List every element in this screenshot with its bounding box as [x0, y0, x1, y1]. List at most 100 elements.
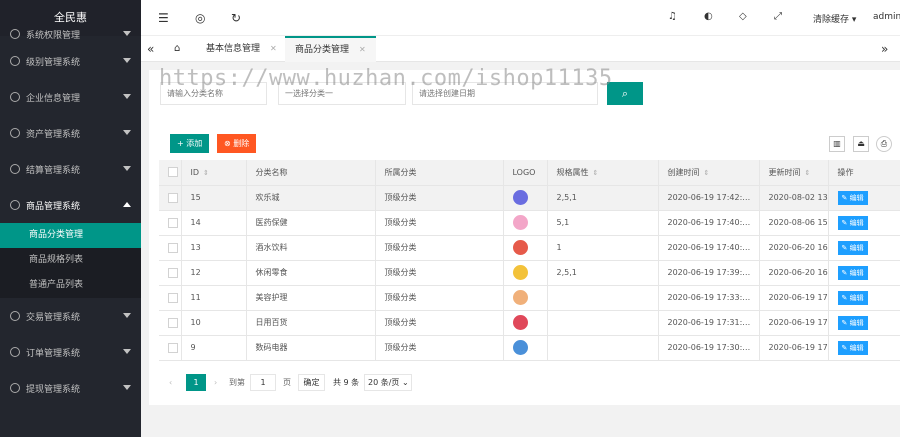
goto-confirm-button[interactable]: 确定	[298, 374, 325, 391]
location-icon	[10, 347, 20, 357]
user-menu[interactable]: admin	[873, 12, 900, 22]
edit-button[interactable]: ✎ 编辑	[837, 190, 868, 205]
cell-parent: 顶级分类	[375, 310, 504, 336]
cell-actions: ✎ 编辑	[828, 210, 900, 236]
total-count: 共 9 条	[333, 378, 360, 387]
close-icon[interactable]: ✕	[359, 45, 366, 54]
edit-button[interactable]: ✎ 编辑	[837, 340, 868, 355]
page-input[interactable]: 1	[250, 374, 276, 391]
theme-icon[interactable]: ◐	[704, 11, 713, 22]
edit-button[interactable]: ✎ 编辑	[837, 215, 868, 230]
column-updated[interactable]: 更新时间 ⇕	[759, 160, 829, 186]
category-logo	[512, 315, 528, 330]
sort-icon: ⇕	[703, 168, 710, 177]
page-current[interactable]: 1	[186, 374, 206, 391]
tab-label: 基本信息管理	[206, 44, 261, 54]
cell-name: 美容护理	[246, 285, 376, 311]
per-page-select[interactable]: 20 条/页 ⌄	[364, 374, 412, 391]
table-row: 12 休闲零食 顶级分类 2,5,1 2020-06-19 17:39:… 2020-06…	[159, 260, 900, 286]
prev-page-icon[interactable]: ‹	[169, 374, 172, 391]
columns-icon[interactable]: ▥	[829, 136, 845, 152]
sidebar-item-label: 提现管理系统	[26, 384, 81, 395]
cart-icon	[10, 200, 20, 210]
cell-updated: 2020-06-20 16	[759, 260, 829, 286]
category-table: ID ⇕ 分类名称 所属分类 LOGO 规格属性 ⇕ 创建时间 ⇕ 更新时间 ⇕ 操作 …	[159, 160, 900, 361]
sidebar-item-label: 级别管理系统	[26, 57, 81, 68]
sidebar-subitem-spec[interactable]: 商品规格列表	[0, 248, 141, 273]
tab-bar: « ⌂ 基本信息管理 ✕ 商品分类管理 ✕ »	[141, 36, 900, 62]
tab-basic-info[interactable]: 基本信息管理 ✕	[196, 36, 287, 62]
chevron-down-icon	[123, 166, 131, 171]
sidebar-item-company[interactable]: 企业信息管理	[0, 79, 141, 115]
print-icon[interactable]: ⎙	[876, 136, 892, 152]
next-page-icon[interactable]: ›	[214, 374, 217, 391]
sidebar-item-label: 资产管理系统	[26, 129, 81, 140]
coin-icon	[10, 383, 20, 393]
clear-cache-button[interactable]: 清除缓存 ▾	[813, 12, 856, 25]
sidebar-subitem-category[interactable]: 商品分类管理	[0, 223, 141, 248]
refresh-icon[interactable]: ↻	[231, 11, 241, 25]
per-page-label: 20 条/页	[368, 378, 400, 387]
tag-icon[interactable]: ◇	[739, 11, 747, 22]
row-checkbox[interactable]	[159, 310, 182, 336]
cell-spec: 2,5,1	[547, 185, 659, 211]
home-icon[interactable]: ⌂	[168, 36, 190, 62]
edit-button[interactable]: ✎ 编辑	[837, 315, 868, 330]
row-checkbox[interactable]	[159, 235, 182, 261]
row-checkbox[interactable]	[159, 185, 182, 211]
category-logo	[512, 290, 528, 305]
row-checkbox[interactable]	[159, 260, 182, 286]
sidebar: 全民惠 系统权限管理 级别管理系统 企业信息管理 资产管理系统 结算管理系统 商…	[0, 0, 141, 437]
sidebar-item-withdraw[interactable]: 提现管理系统	[0, 370, 141, 406]
cell-id: 14	[181, 210, 247, 236]
row-checkbox[interactable]	[159, 210, 182, 236]
column-created[interactable]: 创建时间 ⇕	[658, 160, 760, 186]
column-spec[interactable]: 规格属性 ⇕	[547, 160, 659, 186]
sidebar-item-level[interactable]: 级别管理系统	[0, 43, 141, 79]
cell-updated: 2020-06-19 17	[759, 310, 829, 336]
sidebar-item-goods[interactable]: 商品管理系统	[0, 187, 141, 223]
export-icon[interactable]: ⏏	[853, 136, 869, 152]
sidebar-item-settlement[interactable]: 结算管理系统	[0, 151, 141, 187]
column-id[interactable]: ID ⇕	[181, 160, 247, 186]
cell-created: 2020-06-19 17:40:…	[658, 210, 760, 236]
row-checkbox[interactable]	[159, 335, 182, 361]
sidebar-item-permission[interactable]: 系统权限管理	[0, 25, 141, 43]
fullscreen-icon[interactable]: ⤢	[774, 11, 782, 22]
add-button[interactable]: + 添加	[170, 134, 210, 153]
cell-actions: ✎ 编辑	[828, 285, 900, 311]
cell-created: 2020-06-19 17:30:…	[658, 335, 760, 361]
edit-button[interactable]: ✎ 编辑	[837, 290, 868, 305]
table-row: 15 欢乐城 顶级分类 2,5,1 2020-06-19 17:42:… 2020-08-…	[159, 185, 900, 211]
sidebar-item-trade[interactable]: 交易管理系统	[0, 298, 141, 334]
menu-fold-icon[interactable]: ☰	[158, 11, 169, 25]
chevron-down-icon	[123, 349, 131, 354]
cell-spec: 5,1	[547, 210, 659, 236]
edit-button[interactable]: ✎ 编辑	[837, 240, 868, 255]
cell-id: 12	[181, 260, 247, 286]
goto-label: 到第	[229, 378, 245, 387]
edit-button[interactable]: ✎ 编辑	[837, 265, 868, 280]
column-logo: LOGO	[503, 160, 548, 186]
cell-logo	[503, 335, 548, 361]
cell-spec	[547, 335, 659, 361]
globe-icon[interactable]: ◎	[195, 11, 205, 25]
sidebar-item-orders[interactable]: 订单管理系统	[0, 334, 141, 370]
close-icon[interactable]: ✕	[270, 44, 277, 53]
select-all-checkbox[interactable]	[159, 160, 182, 186]
tabs-scroll-right-icon[interactable]: »	[871, 36, 898, 62]
sidebar-subitem-products[interactable]: 普通产品列表	[0, 273, 141, 298]
category-logo	[512, 265, 528, 280]
chevron-down-icon	[123, 31, 131, 36]
smile-icon	[10, 164, 20, 174]
row-checkbox[interactable]	[159, 285, 182, 311]
sidebar-item-assets[interactable]: 资产管理系统	[0, 115, 141, 151]
delete-button[interactable]: ⊗ 删除	[217, 134, 257, 153]
bell-icon[interactable]: ♫	[668, 11, 677, 22]
table-row: 13 酒水饮料 顶级分类 1 2020-06-19 17:40:… 2020-06-20 …	[159, 235, 900, 261]
cell-parent: 顶级分类	[375, 260, 504, 286]
cell-logo	[503, 235, 548, 261]
main-content: ⌕ https://www.huzhan.com/ishop11135 + 添加…	[149, 66, 900, 405]
tab-category[interactable]: 商品分类管理 ✕	[285, 36, 376, 62]
tabs-scroll-left-icon[interactable]: «	[141, 36, 163, 62]
